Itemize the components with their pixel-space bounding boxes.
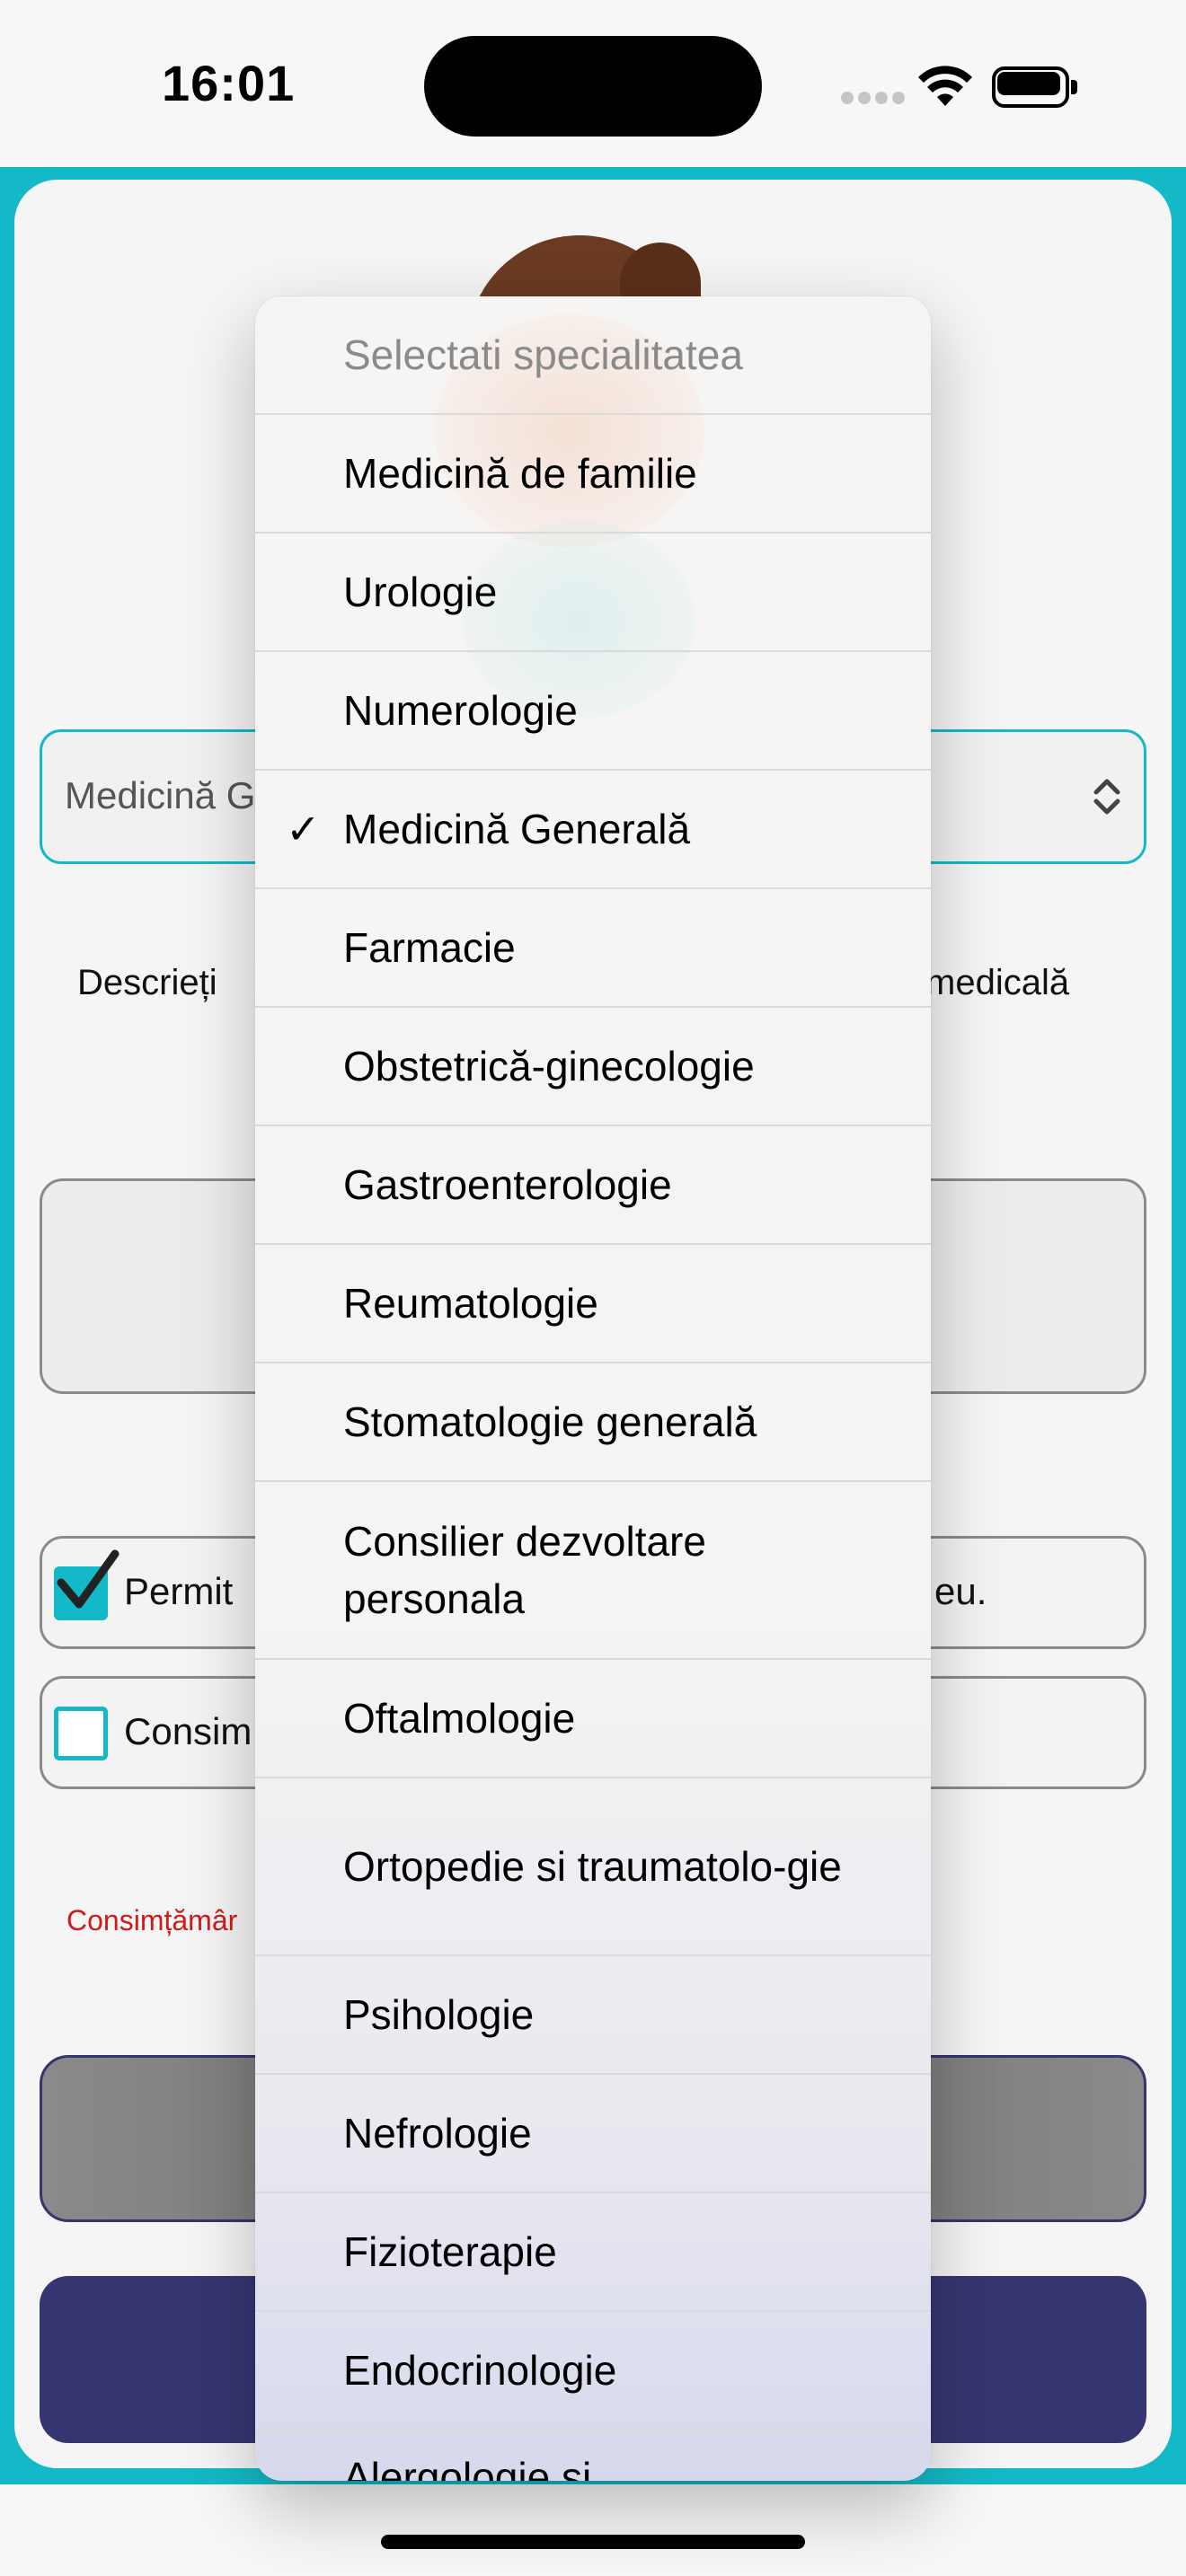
dropdown-item[interactable]: Nefrologie bbox=[255, 2075, 931, 2193]
dropdown-item-selected[interactable]: ✓ Medicină Generală bbox=[255, 771, 931, 889]
specialty-dropdown-menu: Selectati specialitatea Medicină de fami… bbox=[255, 296, 931, 2481]
dropdown-item-label: Gastroenterologie bbox=[343, 1161, 672, 1208]
dropdown-item-label: Reumatologie bbox=[343, 1280, 598, 1327]
dropdown-item-label: Stomatologie generală bbox=[343, 1398, 757, 1445]
dropdown-item-label: Oftalmologie bbox=[343, 1695, 576, 1742]
dropdown-item-label: Urologie bbox=[343, 569, 498, 615]
consent-label-left: Consim bbox=[124, 1710, 252, 1752]
dropdown-item-label: Farmacie bbox=[343, 924, 516, 971]
describe-label-right: medicală bbox=[925, 963, 1070, 1002]
battery-icon bbox=[992, 66, 1078, 108]
permission-label-left: Permit bbox=[124, 1570, 234, 1612]
chevron-up-down-icon bbox=[1093, 779, 1120, 815]
checkmark-icon bbox=[57, 1549, 119, 1609]
dropdown-item-label: Medicină de familie bbox=[343, 450, 697, 497]
dropdown-item-label: Endocrinologie bbox=[343, 2347, 617, 2394]
dropdown-item[interactable]: Urologie bbox=[255, 534, 931, 652]
dropdown-item[interactable]: Fizioterapie bbox=[255, 2193, 931, 2312]
dropdown-item-label: Psihologie bbox=[343, 1991, 535, 2038]
dropdown-item-label: Nefrologie bbox=[343, 2110, 532, 2157]
cellular-signal-icon bbox=[841, 92, 905, 106]
status-time: 16:01 bbox=[162, 55, 296, 111]
dropdown-item[interactable]: Farmacie bbox=[255, 889, 931, 1008]
dropdown-item[interactable]: Alergologie si bbox=[255, 2430, 931, 2481]
screen: 16:01 Medicină G Descrieți medicală Perm… bbox=[0, 0, 1186, 2576]
dropdown-item-label: Consilier dezvoltare personala bbox=[343, 1518, 706, 1622]
dropdown-item[interactable]: Medicină de familie bbox=[255, 415, 931, 534]
dropdown-item[interactable]: Ortopedie si traumatolo-gie bbox=[255, 1778, 931, 1956]
dropdown-item[interactable]: Gastroenterologie bbox=[255, 1126, 931, 1245]
status-bar: 16:01 bbox=[0, 0, 1186, 167]
home-indicator[interactable] bbox=[381, 2535, 805, 2549]
dropdown-item[interactable]: Endocrinologie bbox=[255, 2312, 931, 2430]
dropdown-item[interactable]: Oftalmologie bbox=[255, 1660, 931, 1778]
dropdown-item[interactable]: Numerologie bbox=[255, 652, 931, 771]
dropdown-item-label: Fizioterapie bbox=[343, 2228, 557, 2275]
dropdown-item-label: Ortopedie si traumatolo-gie bbox=[343, 1843, 842, 1890]
dropdown-item-label: Numerologie bbox=[343, 687, 578, 734]
dynamic-island bbox=[424, 36, 762, 137]
permission-label-right: eu. bbox=[934, 1570, 987, 1612]
specialty-select-value: Medicină G bbox=[65, 774, 256, 816]
dropdown-item[interactable]: Obstetrică-ginecologie bbox=[255, 1008, 931, 1126]
dropdown-item-label: Alergologie si bbox=[343, 2454, 592, 2481]
dropdown-item[interactable]: Consilier dezvoltare personala bbox=[255, 1482, 931, 1660]
dropdown-placeholder-label: Selectati specialitatea bbox=[343, 331, 743, 378]
describe-label-left: Descrieți bbox=[77, 963, 217, 1002]
dropdown-placeholder: Selectati specialitatea bbox=[255, 296, 931, 415]
dropdown-item[interactable]: Reumatologie bbox=[255, 1245, 931, 1363]
dropdown-item-label: Obstetrică-ginecologie bbox=[343, 1043, 755, 1090]
dropdown-item[interactable]: Psihologie bbox=[255, 1956, 931, 2075]
dropdown-item-label: Medicină Generală bbox=[343, 806, 691, 852]
checkmark-icon: ✓ bbox=[286, 806, 321, 852]
wifi-icon bbox=[918, 66, 972, 106]
dropdown-item[interactable]: Stomatologie generală bbox=[255, 1363, 931, 1482]
consent-checkbox[interactable] bbox=[54, 1707, 108, 1760]
home-area bbox=[0, 2484, 1186, 2576]
consent-error-text: Consimțămâr bbox=[66, 1904, 238, 1936]
